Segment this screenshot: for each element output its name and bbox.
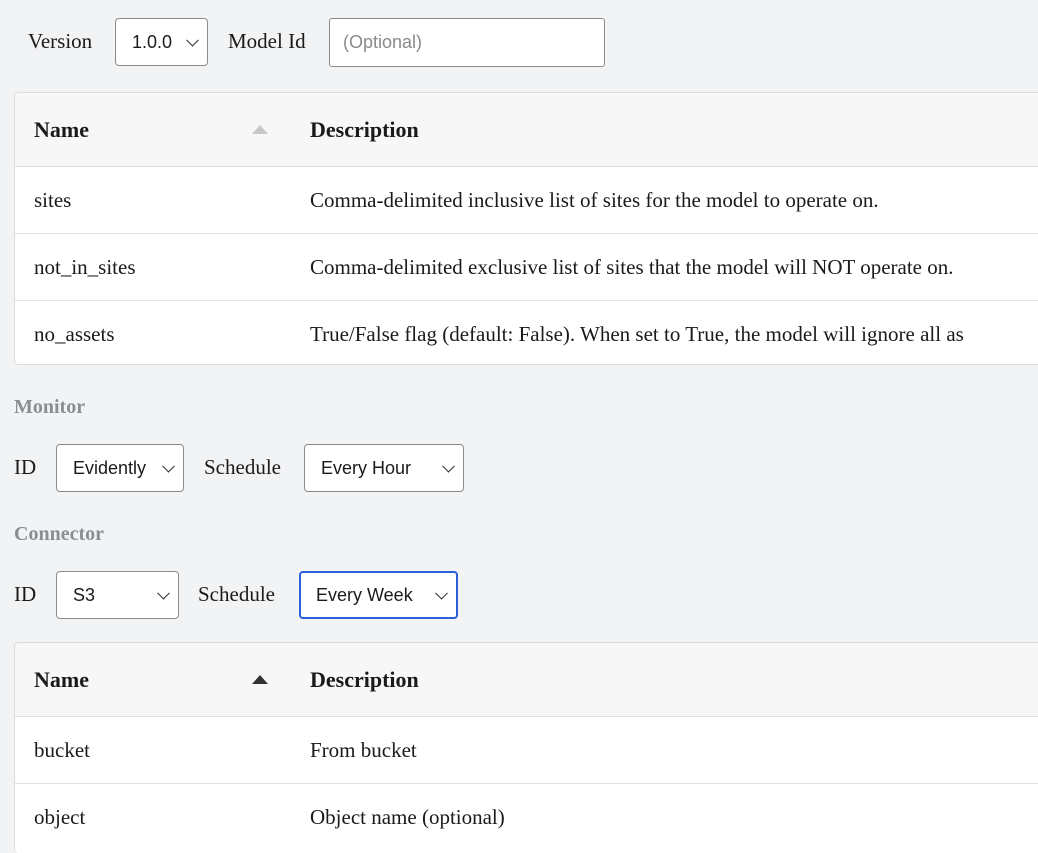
description-column-header: Description	[310, 117, 419, 142]
chevron-down-icon	[157, 586, 170, 600]
table-row: no_assets True/False flag (default: Fals…	[15, 301, 1038, 364]
chevron-down-icon	[162, 459, 175, 473]
version-select[interactable]: 1.0.0	[115, 18, 208, 66]
version-select-value: 1.0.0	[132, 31, 173, 52]
connector-param-name: bucket	[34, 738, 90, 762]
parameters-table: Name Description sites Comma-delimited i…	[14, 92, 1038, 365]
version-label: Version	[28, 29, 93, 53]
description-column-header: Description	[310, 667, 419, 692]
connector-schedule-value: Every Week	[316, 584, 413, 605]
table-row: sites Comma-delimited inclusive list of …	[15, 167, 1038, 234]
connector-id-value: S3	[73, 584, 96, 605]
connector-param-description: From bucket	[310, 738, 417, 762]
monitor-id-value: Evidently	[73, 457, 147, 478]
connector-id-label: ID	[14, 582, 37, 606]
name-column-header[interactable]: Name	[34, 643, 89, 716]
chevron-down-icon	[435, 586, 448, 600]
monitor-schedule-label: Schedule	[204, 455, 281, 479]
connector-section-title: Connector	[14, 523, 104, 545]
monitor-id-label: ID	[14, 455, 37, 479]
param-description: True/False flag (default: False). When s…	[310, 322, 964, 346]
connector-id-select[interactable]: S3	[56, 571, 179, 619]
param-name: no_assets	[34, 322, 115, 346]
sort-ascending-icon[interactable]	[252, 125, 268, 134]
table-row: not_in_sites Comma-delimited exclusive l…	[15, 234, 1038, 301]
param-description: Comma-delimited inclusive list of sites …	[310, 188, 879, 212]
connector-schedule-select[interactable]: Every Week	[299, 571, 458, 619]
chevron-down-icon	[186, 33, 199, 47]
monitor-id-select[interactable]: Evidently	[56, 444, 184, 492]
sort-ascending-icon[interactable]	[252, 675, 268, 684]
name-column-header[interactable]: Name	[34, 93, 89, 166]
connector-param-description: Object name (optional)	[310, 805, 505, 829]
table-row: bucket From bucket	[15, 717, 1038, 784]
table-header: Name Description	[15, 93, 1038, 167]
model-id-label: Model Id	[228, 29, 306, 53]
param-name: not_in_sites	[34, 255, 136, 279]
connector-param-name: object	[34, 805, 86, 829]
param-name: sites	[34, 188, 72, 212]
param-description: Comma-delimited exclusive list of sites …	[310, 255, 954, 279]
monitor-section-title: Monitor	[14, 396, 86, 418]
model-id-placeholder: (Optional)	[343, 32, 423, 52]
chevron-down-icon	[442, 459, 455, 473]
connector-table: Name Description bucket From bucket obje…	[14, 642, 1038, 853]
table-header: Name Description	[15, 643, 1038, 717]
monitor-schedule-select[interactable]: Every Hour	[304, 444, 464, 492]
connector-schedule-label: Schedule	[198, 582, 275, 606]
table-row: object Object name (optional)	[15, 784, 1038, 850]
monitor-schedule-value: Every Hour	[321, 457, 412, 478]
model-id-input[interactable]: (Optional)	[329, 18, 605, 67]
